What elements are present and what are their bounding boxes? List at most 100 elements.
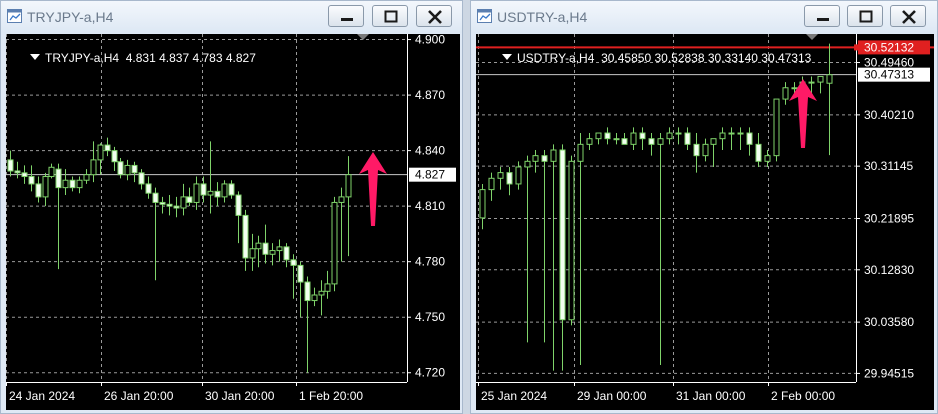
price-label: 4.780 bbox=[415, 255, 445, 269]
close-icon bbox=[428, 10, 442, 24]
candle-body bbox=[657, 138, 664, 145]
arrow-shape bbox=[789, 79, 817, 148]
candle-body bbox=[304, 281, 311, 302]
minimize-button[interactable] bbox=[328, 5, 364, 27]
candle-body bbox=[737, 132, 744, 135]
chart-window-tryjpy[interactable]: TRYJPY-a,H4 4.900 4.870 4.840 4.810 4.780 4.7… bbox=[0, 0, 463, 414]
candle-body bbox=[297, 264, 304, 283]
candle-body bbox=[586, 138, 593, 145]
candle-body bbox=[479, 189, 486, 219]
candle-body bbox=[675, 132, 682, 135]
window-title: USDTRY-a,H4 bbox=[497, 9, 588, 25]
price-label: 4.900 bbox=[415, 34, 445, 47]
candle-body bbox=[83, 174, 90, 181]
price-label: 4.810 bbox=[415, 199, 445, 213]
candle-body bbox=[35, 183, 42, 198]
time-label: 30 Jan 20:00 bbox=[205, 389, 275, 403]
header-close: 30.47313 bbox=[761, 51, 812, 65]
collapse-triangle-icon[interactable] bbox=[502, 54, 513, 60]
candle-body bbox=[104, 144, 111, 152]
window-title-bar[interactable]: USDTRY-a,H4 bbox=[471, 1, 937, 33]
candle-body bbox=[152, 192, 159, 203]
candle-body bbox=[207, 190, 214, 196]
close-icon bbox=[902, 10, 916, 24]
candle-body bbox=[28, 176, 35, 185]
candle-body bbox=[186, 196, 193, 203]
price-label: 30.03580 bbox=[864, 315, 914, 329]
candle-body bbox=[124, 164, 131, 176]
candle-body bbox=[702, 143, 709, 157]
candle-body bbox=[138, 172, 145, 185]
candle-body bbox=[595, 132, 602, 140]
candle-body bbox=[817, 75, 824, 83]
header-high: 4.837 bbox=[159, 51, 190, 65]
chart-window-usdtry[interactable]: USDTRY-a,H4 30.49460 30.40210 30.31145 30.2… bbox=[470, 0, 938, 414]
price-label: 29.94515 bbox=[864, 366, 914, 380]
candle-body bbox=[497, 172, 504, 179]
candle-body bbox=[338, 196, 345, 203]
close-button[interactable] bbox=[890, 5, 926, 27]
candle-body bbox=[159, 201, 166, 205]
candle-body bbox=[764, 155, 771, 162]
candle-body bbox=[180, 196, 187, 209]
candle-body bbox=[524, 160, 531, 168]
candle-body bbox=[276, 246, 283, 252]
price-chart[interactable]: 30.49460 30.40210 30.31145 30.21895 30.12830… bbox=[476, 34, 934, 410]
candle-body bbox=[55, 168, 62, 189]
candle-body bbox=[826, 74, 833, 84]
candle-body bbox=[541, 155, 548, 162]
candle-body bbox=[728, 132, 735, 135]
candle-body bbox=[42, 176, 49, 198]
candle-body bbox=[577, 143, 584, 162]
time-label: 26 Jan 20:00 bbox=[104, 389, 174, 403]
header-low: 4.783 bbox=[192, 51, 223, 65]
price-label: 30.40210 bbox=[864, 108, 914, 122]
maximize-button[interactable] bbox=[847, 5, 883, 27]
window-title-bar[interactable]: TRYJPY-a,H4 bbox=[1, 1, 462, 33]
candle-body bbox=[117, 161, 124, 176]
candlestick-plot: 30.4946030.4021030.3114530.2189530.12830… bbox=[476, 34, 934, 403]
candle-body bbox=[559, 149, 566, 321]
up-arrow-icon bbox=[789, 79, 817, 148]
time-label: 29 Jan 00:00 bbox=[577, 389, 647, 403]
candle-body bbox=[331, 201, 338, 285]
minimize-icon bbox=[817, 18, 829, 21]
candle-body bbox=[166, 203, 173, 207]
candle-body bbox=[710, 138, 717, 145]
up-arrow-icon bbox=[359, 152, 387, 226]
time-label: 25 Jan 2024 bbox=[481, 389, 547, 403]
candle-body bbox=[69, 179, 76, 189]
candle-body bbox=[269, 250, 276, 255]
candle-body bbox=[666, 132, 673, 140]
candle-body bbox=[90, 159, 97, 176]
candle-body bbox=[773, 98, 780, 157]
candle-body bbox=[613, 138, 620, 141]
candle-body bbox=[249, 248, 256, 259]
collapse-triangle-icon[interactable] bbox=[30, 54, 41, 60]
header-open: 30.45850 bbox=[601, 51, 652, 65]
candle-body bbox=[262, 242, 269, 255]
candle-body bbox=[21, 172, 28, 178]
minimize-icon bbox=[341, 18, 353, 21]
price-label: 4.840 bbox=[415, 144, 445, 158]
header-close: 4.827 bbox=[225, 51, 256, 65]
candle-body bbox=[532, 155, 539, 162]
candle-body bbox=[145, 183, 152, 194]
current-price-label: 4.827 bbox=[415, 168, 445, 182]
close-button[interactable] bbox=[416, 5, 452, 27]
candle-body bbox=[228, 183, 235, 196]
candle-body bbox=[283, 246, 290, 261]
minimize-button[interactable] bbox=[804, 5, 840, 27]
candle-body bbox=[639, 132, 646, 140]
header-low: 30.33140 bbox=[707, 51, 758, 65]
candle-body bbox=[515, 166, 522, 185]
candle-body bbox=[808, 81, 815, 84]
header-open: 4.831 bbox=[125, 51, 156, 65]
candle-body bbox=[568, 160, 575, 321]
candle-body bbox=[719, 132, 726, 140]
candle-body bbox=[111, 150, 118, 163]
maximize-icon bbox=[859, 10, 873, 23]
maximize-button[interactable] bbox=[372, 5, 408, 27]
price-chart[interactable]: 4.900 4.870 4.840 4.810 4.780 4.750 4.720 4.827… bbox=[6, 34, 460, 410]
candle-body bbox=[200, 183, 207, 196]
